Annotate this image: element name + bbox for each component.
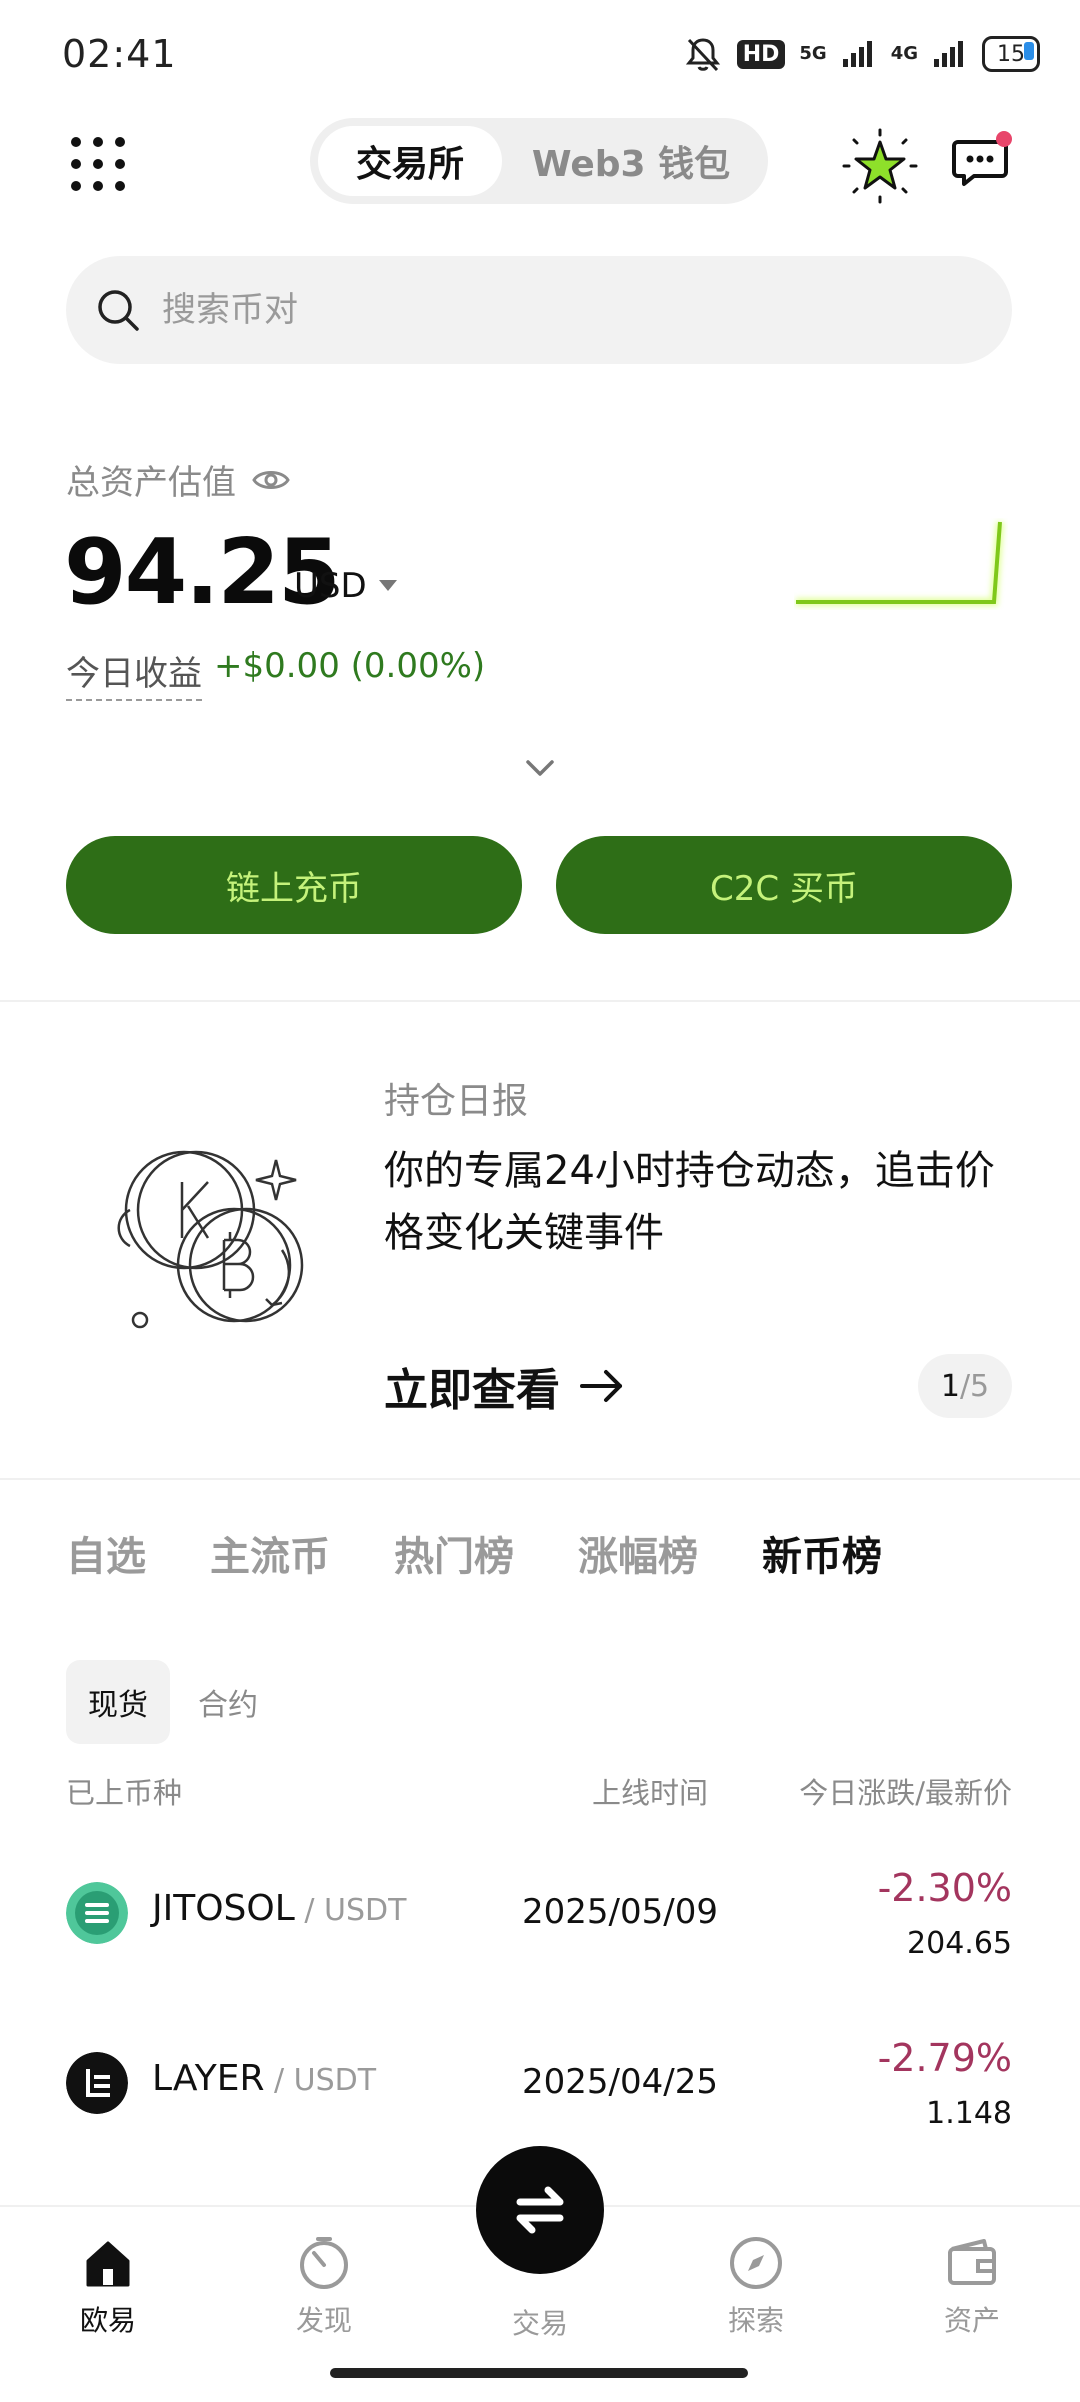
divider: [0, 1000, 1080, 1002]
c2c-buy-button[interactable]: C2C 买币: [556, 836, 1012, 934]
market-sub-tabs: 现货 合约: [66, 1660, 258, 1744]
tab-new-listings[interactable]: 新币榜: [762, 1524, 882, 1582]
last-price: 204.65: [907, 1926, 1012, 1961]
divider: [0, 1478, 1080, 1480]
tab-hot[interactable]: 热门榜: [394, 1524, 514, 1582]
listing-date: 2025/04/25: [522, 2062, 718, 2102]
search-icon: [98, 290, 139, 331]
chevron-down-icon[interactable]: [520, 748, 560, 788]
nav-explore[interactable]: 探索: [686, 2235, 826, 2339]
search-input[interactable]: [160, 289, 924, 331]
pager-total: /5: [959, 1368, 990, 1404]
today-profit-row: 今日收益 +$0.00 (0.00%): [66, 646, 485, 701]
swap-arrows-icon: [516, 2186, 564, 2234]
star-rewards-icon[interactable]: [842, 128, 918, 204]
promo-pager: 1 /5: [918, 1354, 1012, 1418]
currency-label: USD: [294, 566, 367, 606]
coin-name: LAYER / USDT: [152, 2058, 376, 2099]
last-price: 1.148: [926, 2096, 1012, 2131]
pager-current: 1: [940, 1368, 960, 1404]
status-time: 02:41: [62, 32, 177, 76]
status-icons: HD 5G 4G 15: [683, 34, 1040, 74]
tab-gainers[interactable]: 涨幅榜: [578, 1524, 698, 1582]
caret-down-icon: [378, 580, 397, 591]
coin-name: JITOSOL / USDT: [152, 1888, 406, 1929]
promo-cta-label: 立即查看: [384, 1365, 560, 1416]
subtab-spot[interactable]: 现货: [66, 1660, 170, 1744]
trade-button[interactable]: [476, 2146, 604, 2274]
nav-assets[interactable]: 资产: [902, 2235, 1042, 2339]
discover-timer-icon: [300, 2237, 348, 2289]
signal-4g-icon: [934, 41, 963, 67]
nav-home-label: 欧易: [79, 2304, 136, 2337]
jitosol-coin-icon: [66, 1882, 128, 1944]
coins-illustration: [117, 1150, 304, 1329]
column-header-coin: 已上币种: [66, 1776, 183, 1810]
tab-exchange[interactable]: 交易所: [318, 126, 502, 196]
network-5g-label: 5G: [799, 43, 827, 64]
currency-selector[interactable]: USD: [294, 566, 397, 606]
asset-sparkline: [796, 521, 1004, 606]
coin-symbol: LAYER: [152, 2058, 265, 2099]
nav-explore-label: 探索: [727, 2304, 784, 2337]
eye-icon[interactable]: [252, 467, 290, 493]
market-tabs: 自选 主流币 热门榜 涨幅榜 新币榜: [66, 1524, 882, 1582]
price-change: -2.30%: [877, 1866, 1012, 1910]
gesture-home-bar[interactable]: [330, 2368, 748, 2378]
layer-coin-icon: [66, 2052, 128, 2114]
promo-title: 你的专属24小时持仓动态，追击价格变化关键事件: [384, 1148, 995, 1256]
price-change: -2.79%: [877, 2036, 1012, 2080]
home-icon: [86, 2241, 130, 2287]
subtab-futures[interactable]: 合约: [198, 1680, 258, 1724]
nav-trade-label: 交易: [511, 2307, 568, 2340]
nav-discover[interactable]: 发现: [254, 2235, 394, 2339]
nav-trade[interactable]: 交易: [470, 2302, 610, 2342]
mode-switch: 交易所 Web3 钱包: [310, 118, 768, 204]
nav-discover-label: 发现: [295, 2304, 352, 2337]
today-profit-value: +$0.00 (0.00%): [214, 646, 486, 686]
wallet-icon: [948, 2239, 996, 2285]
table-row[interactable]: LAYER / USDT 2025/04/25 -2.79% 1.148: [0, 2008, 1080, 2158]
battery-icon: 15: [982, 36, 1040, 72]
nav-assets-label: 资产: [943, 2304, 1000, 2337]
signal-5g-icon: [842, 41, 872, 67]
compass-icon: [730, 2237, 782, 2289]
app-grid-icon[interactable]: [70, 136, 126, 192]
tab-mainstream[interactable]: 主流币: [210, 1524, 330, 1582]
network-4g-label: 4G: [890, 43, 918, 64]
coin-quote: / USDT: [294, 1893, 407, 1928]
hd-badge: HD: [736, 39, 786, 69]
tab-favorites[interactable]: 自选: [66, 1524, 146, 1582]
promo-subtitle: 持仓日报: [384, 1081, 529, 1122]
message-icon[interactable]: [950, 130, 1014, 194]
table-row[interactable]: JITOSOL / USDT 2025/05/09 -2.30% 204.65: [0, 1838, 1080, 1988]
total-assets-label-row: 总资产估值: [66, 455, 290, 504]
coin-quote: / USDT: [264, 2063, 377, 2098]
search-bar[interactable]: [66, 256, 1012, 364]
mute-bell-icon: [685, 38, 720, 72]
battery-level: 15: [997, 41, 1025, 67]
onchain-deposit-button[interactable]: 链上充币: [66, 836, 522, 934]
column-header-listing-time: 上线时间: [592, 1776, 709, 1810]
coin-symbol: JITOSOL: [152, 1888, 295, 1929]
nav-home[interactable]: 欧易: [38, 2235, 178, 2339]
total-assets-label: 总资产估值: [66, 463, 236, 503]
arrow-right-icon: [580, 1370, 622, 1402]
promo-view-now-link[interactable]: 立即查看: [384, 1354, 626, 1418]
today-profit-label[interactable]: 今日收益: [66, 646, 202, 701]
listing-date: 2025/05/09: [522, 1892, 718, 1932]
tab-web3-wallet[interactable]: Web3 钱包: [502, 126, 760, 196]
column-header-change-price[interactable]: 今日涨跌/最新价: [799, 1770, 1012, 1812]
